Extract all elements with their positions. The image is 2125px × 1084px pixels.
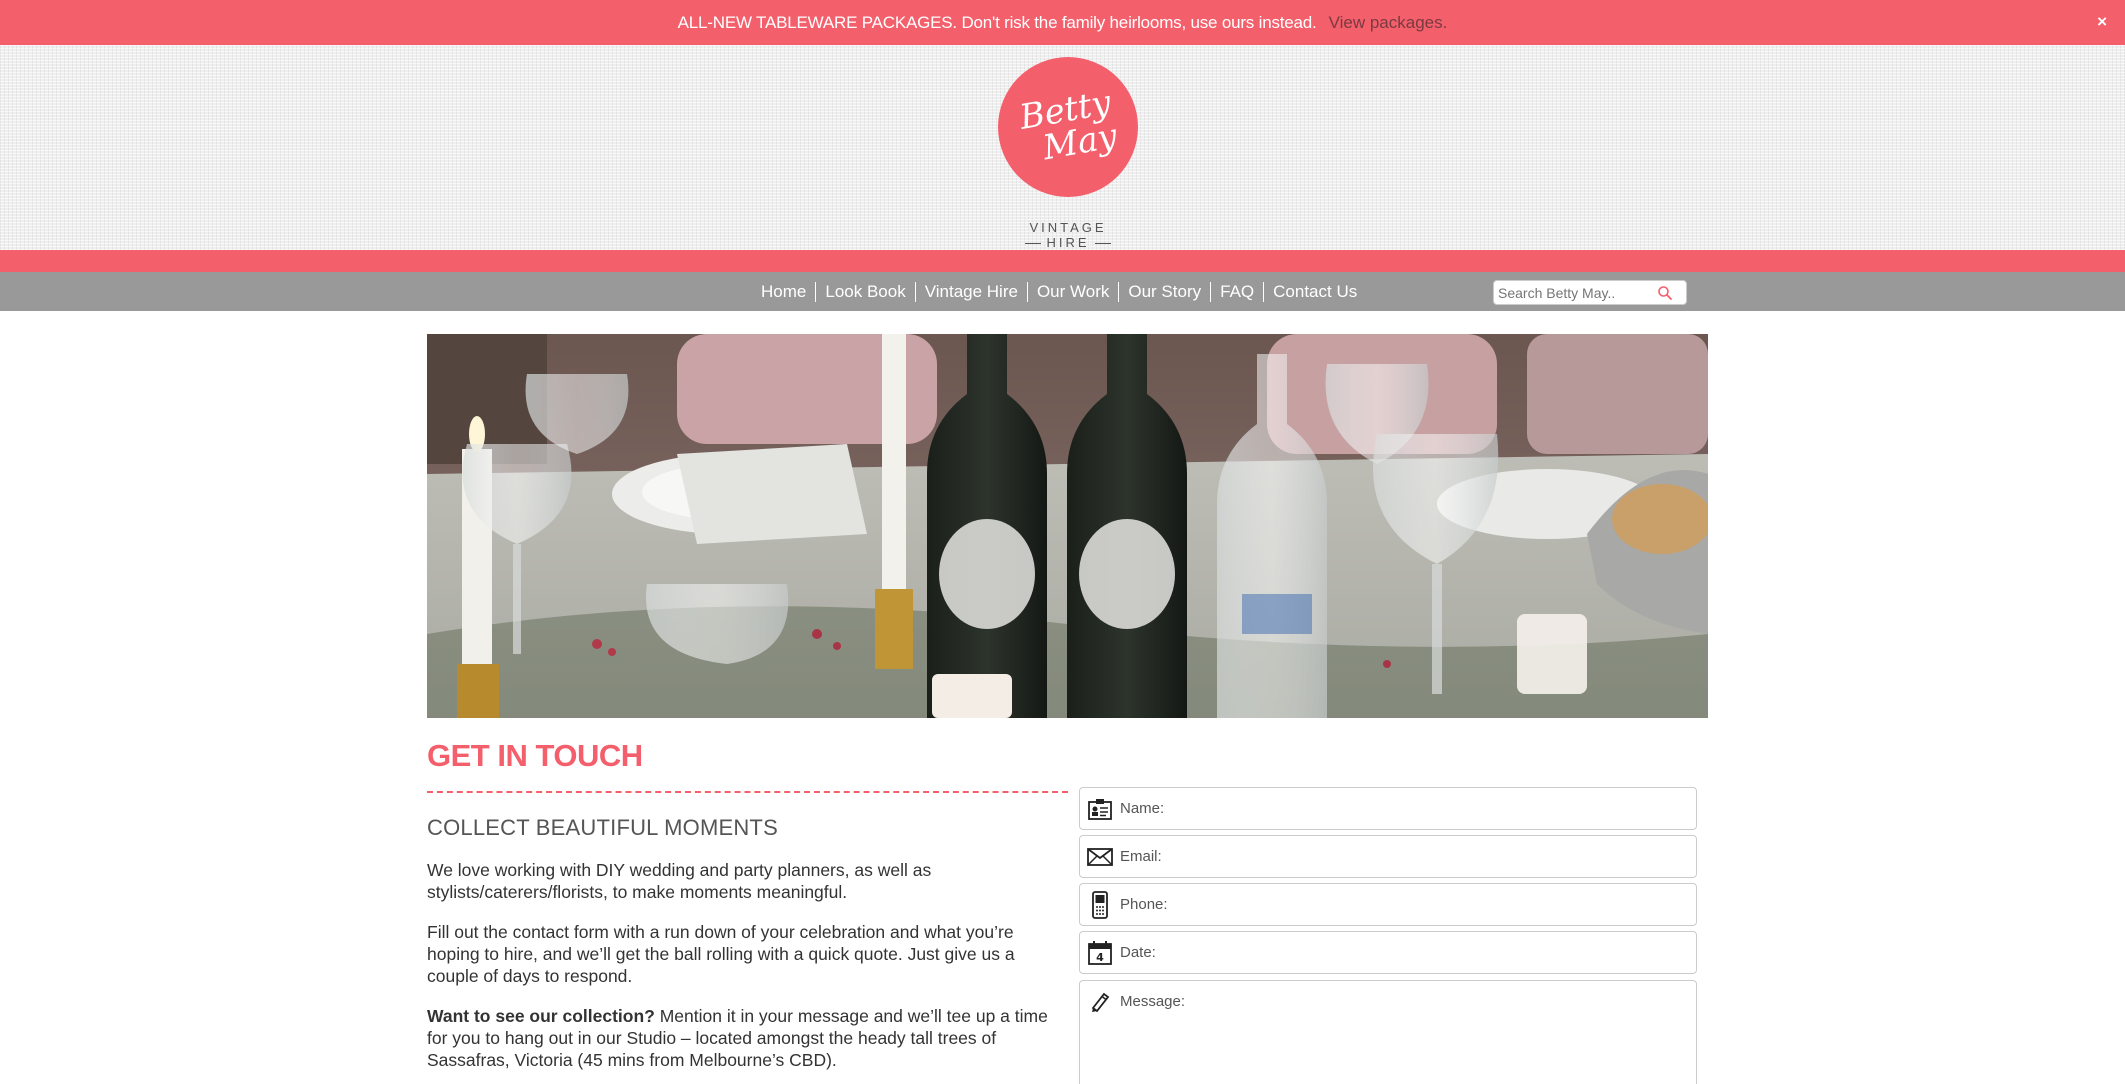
name-field[interactable]: Name: [1079,787,1697,830]
logo-circle: Betty May [998,57,1138,197]
nav-item-look-book[interactable]: Look Book [815,281,914,302]
collection-heading: Want to see our collection? [427,1006,655,1026]
main-nav: Home Look Book Vintage Hire Our Work Our… [752,272,1366,311]
nav-item-contact-us[interactable]: Contact Us [1263,281,1366,302]
message-label: Message: [1120,993,1186,1010]
intro-paragraph: We love working with DIY wedding and par… [427,860,932,902]
message-field[interactable]: Message: [1079,980,1697,1084]
main-navbar: Home Look Book Vintage Hire Our Work Our… [0,272,2125,311]
logo-hire-text: HIRE [1046,235,1090,250]
nav-item-our-work[interactable]: Our Work [1026,281,1118,302]
search-icon[interactable] [1654,282,1676,304]
search-input[interactable] [1494,281,1654,304]
form-instructions-paragraph: Fill out the contact form with a run dow… [427,922,1015,986]
nav-item-vintage-hire[interactable]: Vintage Hire [914,281,1027,302]
site-header: Betty May VINTAGE HIRE [0,45,2125,250]
email-field[interactable]: Email: [1079,835,1697,878]
email-label: Email: [1120,848,1162,865]
betty-may-logo[interactable]: Betty May VINTAGE HIRE [998,57,1138,250]
page-title: GET IN TOUCH [427,738,643,773]
announcement-banner: ALL-NEW TABLEWARE PACKAGES. Don't risk t… [0,0,2125,45]
collection-paragraph: Want to see our collection? Mention it i… [427,1005,1067,1071]
id-card-icon [1080,788,1120,829]
phone-label: Phone: [1120,896,1168,913]
section-subtitle: COLLECT BEAUTIFUL MOMENTS [427,815,778,840]
view-packages-link[interactable]: View packages. [1329,13,1448,33]
name-label: Name: [1120,800,1165,817]
banner-text: ALL-NEW TABLEWARE PACKAGES. Don't risk t… [677,12,1317,32]
search-box [1493,280,1687,305]
nav-item-faq[interactable]: FAQ [1210,281,1263,302]
mobile-phone-icon [1080,884,1120,925]
logo-script-may: May [1039,116,1120,169]
date-field[interactable]: 4 Date: [1079,931,1697,974]
phone-field[interactable]: Phone: [1079,883,1697,926]
logo-vintage-text: VINTAGE [1029,220,1107,235]
title-divider [427,791,1068,793]
calendar-day: 4 [1096,951,1104,964]
calendar-icon: 4 [1080,932,1120,973]
envelope-icon [1080,836,1120,877]
close-banner-button[interactable]: × [2097,12,2107,32]
hero-image [427,334,1708,718]
nav-item-home[interactable]: Home [752,282,815,302]
nav-item-our-story[interactable]: Our Story [1118,281,1210,302]
date-label: Date: [1120,944,1156,961]
header-stripe [0,250,2125,272]
pencil-icon [1080,981,1120,1022]
